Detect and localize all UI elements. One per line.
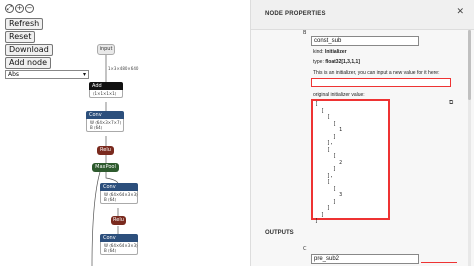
validation-underline xyxy=(311,86,371,87)
node-input[interactable]: input xyxy=(97,44,115,55)
node-conv-2-bias: B ⟨64⟩ xyxy=(104,197,117,202)
kind-label: kind: xyxy=(313,49,324,55)
scrollbar-thumb[interactable] xyxy=(468,30,471,100)
initializer-hint: This is an initializer, you can input a … xyxy=(313,70,440,76)
node-conv-3-title: Conv xyxy=(100,234,138,242)
node-add-title: Add xyxy=(89,82,123,90)
outputs-title: OUTPUTS xyxy=(265,230,294,236)
node-maxpool[interactable]: MaxPool xyxy=(92,163,119,172)
edge-label-input: 1×3×480×640 xyxy=(108,66,139,71)
node-relu-2[interactable]: Relu xyxy=(111,216,126,225)
type-label: type: xyxy=(313,59,324,65)
node-conv-1-title: Conv xyxy=(86,111,124,119)
output-underline xyxy=(421,262,457,263)
close-icon[interactable]: ✕ xyxy=(456,8,464,17)
output-name-field[interactable]: pre_sub2 xyxy=(311,254,419,264)
graph-edges xyxy=(91,55,119,266)
node-conv-2[interactable]: Conv W ⟨64×64×3×3⟩ B ⟨64⟩ xyxy=(100,183,138,204)
node-add-shape: ⟨1×1×1×1⟩ xyxy=(93,91,117,96)
original-value-label: original initializer value: xyxy=(313,92,365,98)
node-add-body: ⟨1×1×1×1⟩ xyxy=(89,90,123,98)
input-index-b: B xyxy=(303,30,307,36)
panel-header: NODE PROPERTIES ✕ xyxy=(251,0,474,30)
node-conv-2-body: W ⟨64×64×3×3⟩ B ⟨64⟩ xyxy=(100,191,138,204)
node-conv-1-bias: B ⟨64⟩ xyxy=(90,125,103,130)
edge-maxpool-skip xyxy=(91,171,101,266)
node-conv-1[interactable]: Conv W ⟨64×3×7×7⟩ B ⟨64⟩ xyxy=(86,111,124,132)
copy-icon[interactable]: ⧉ xyxy=(449,100,453,106)
node-conv-2-title: Conv xyxy=(100,183,138,191)
node-conv-3-body: W ⟨64×64×3×3⟩ B ⟨64⟩ xyxy=(100,242,138,255)
panel-title: NODE PROPERTIES xyxy=(265,11,326,17)
node-add[interactable]: Add ⟨1×1×1×1⟩ xyxy=(89,82,123,98)
type-line: type: float32[1,3,1,1] xyxy=(313,59,360,66)
node-conv-3[interactable]: Conv W ⟨64×64×3×3⟩ B ⟨64⟩ xyxy=(100,234,138,255)
node-conv-1-body: W ⟨64×3×7×7⟩ B ⟨64⟩ xyxy=(86,119,124,132)
type-value: float32[1,3,1,1] xyxy=(325,59,360,65)
input-name-field[interactable]: const_sub xyxy=(311,36,419,46)
node-conv-3-bias: B ⟨64⟩ xyxy=(104,248,117,253)
output-index-c: C xyxy=(303,246,307,252)
node-properties-panel: NODE PROPERTIES ✕ B const_sub kind: Init… xyxy=(250,0,474,266)
node-relu-1[interactable]: Relu xyxy=(97,146,114,155)
kind-value: Initializer xyxy=(324,49,347,55)
original-value-text: [ [ [ [ 1 ] ], [ [ 2 ] ], [ [ 3 ] ] ] ] xyxy=(315,101,343,224)
kind-line: kind: Initializer xyxy=(313,49,347,56)
graph-canvas[interactable]: ⤢ + − Refresh Reset Download Add node Ab… xyxy=(0,0,248,266)
